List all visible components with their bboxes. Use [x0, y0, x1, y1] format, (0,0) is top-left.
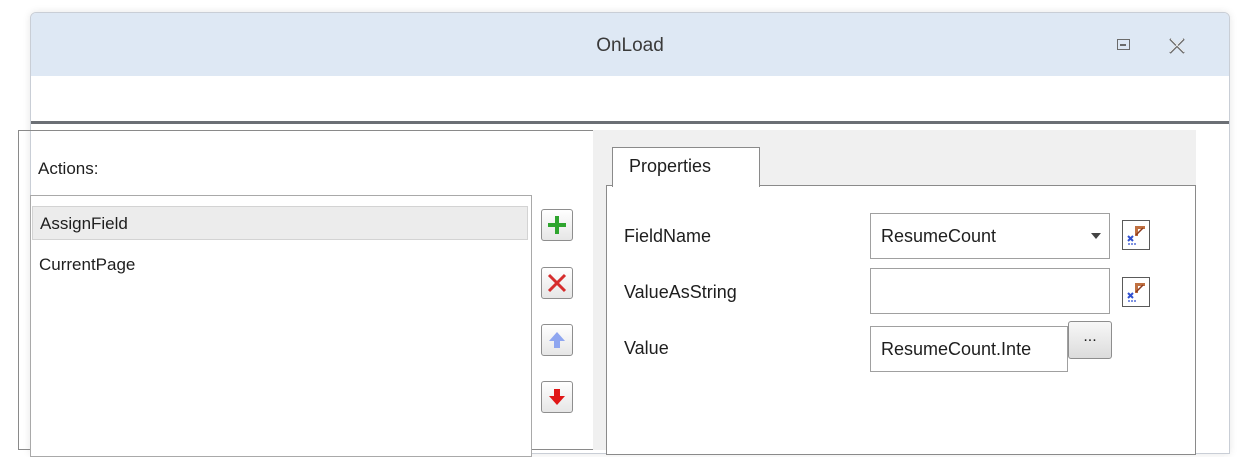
binding-icon: [1127, 226, 1145, 245]
actions-label: Actions:: [38, 159, 99, 178]
arrow-up-icon: [549, 332, 565, 348]
valueasstring-label: ValueAsString: [624, 282, 737, 302]
valueasstring-input[interactable]: [870, 268, 1110, 314]
restore-button[interactable]: [1113, 35, 1137, 57]
value-label: Value: [624, 338, 669, 358]
tab-properties[interactable]: Properties: [612, 147, 760, 187]
toolbar-strip: [31, 76, 1229, 122]
arrow-down-icon: [549, 389, 565, 405]
browse-button[interactable]: ...: [1068, 321, 1112, 359]
binding-icon: [1127, 283, 1145, 302]
chevron-down-icon[interactable]: [1091, 233, 1101, 239]
move-down-button[interactable]: [541, 381, 573, 413]
close-icon: [1169, 38, 1185, 54]
header-separator: [31, 121, 1229, 124]
valueasstring-bind-button[interactable]: [1122, 277, 1150, 307]
delete-action-button[interactable]: [541, 267, 573, 299]
value-input[interactable]: ResumeCount.Inte: [870, 326, 1068, 372]
move-up-button[interactable]: [541, 324, 573, 356]
plus-icon: [548, 216, 566, 234]
fieldname-value: ResumeCount: [881, 226, 997, 246]
list-item-currentpage[interactable]: CurrentPage: [32, 248, 528, 282]
window-title: OnLoad: [596, 35, 664, 56]
fieldname-label: FieldName: [624, 226, 712, 246]
actions-list[interactable]: AssignField CurrentPage: [30, 195, 532, 457]
list-item-assignfield[interactable]: AssignField: [32, 206, 528, 240]
fieldname-dropdown[interactable]: ResumeCount: [870, 213, 1110, 259]
title-bar[interactable]: OnLoad: [31, 13, 1229, 76]
x-icon: [547, 273, 567, 293]
close-button[interactable]: [1165, 35, 1189, 57]
add-action-button[interactable]: [541, 209, 573, 241]
fieldname-bind-button[interactable]: [1122, 220, 1150, 250]
